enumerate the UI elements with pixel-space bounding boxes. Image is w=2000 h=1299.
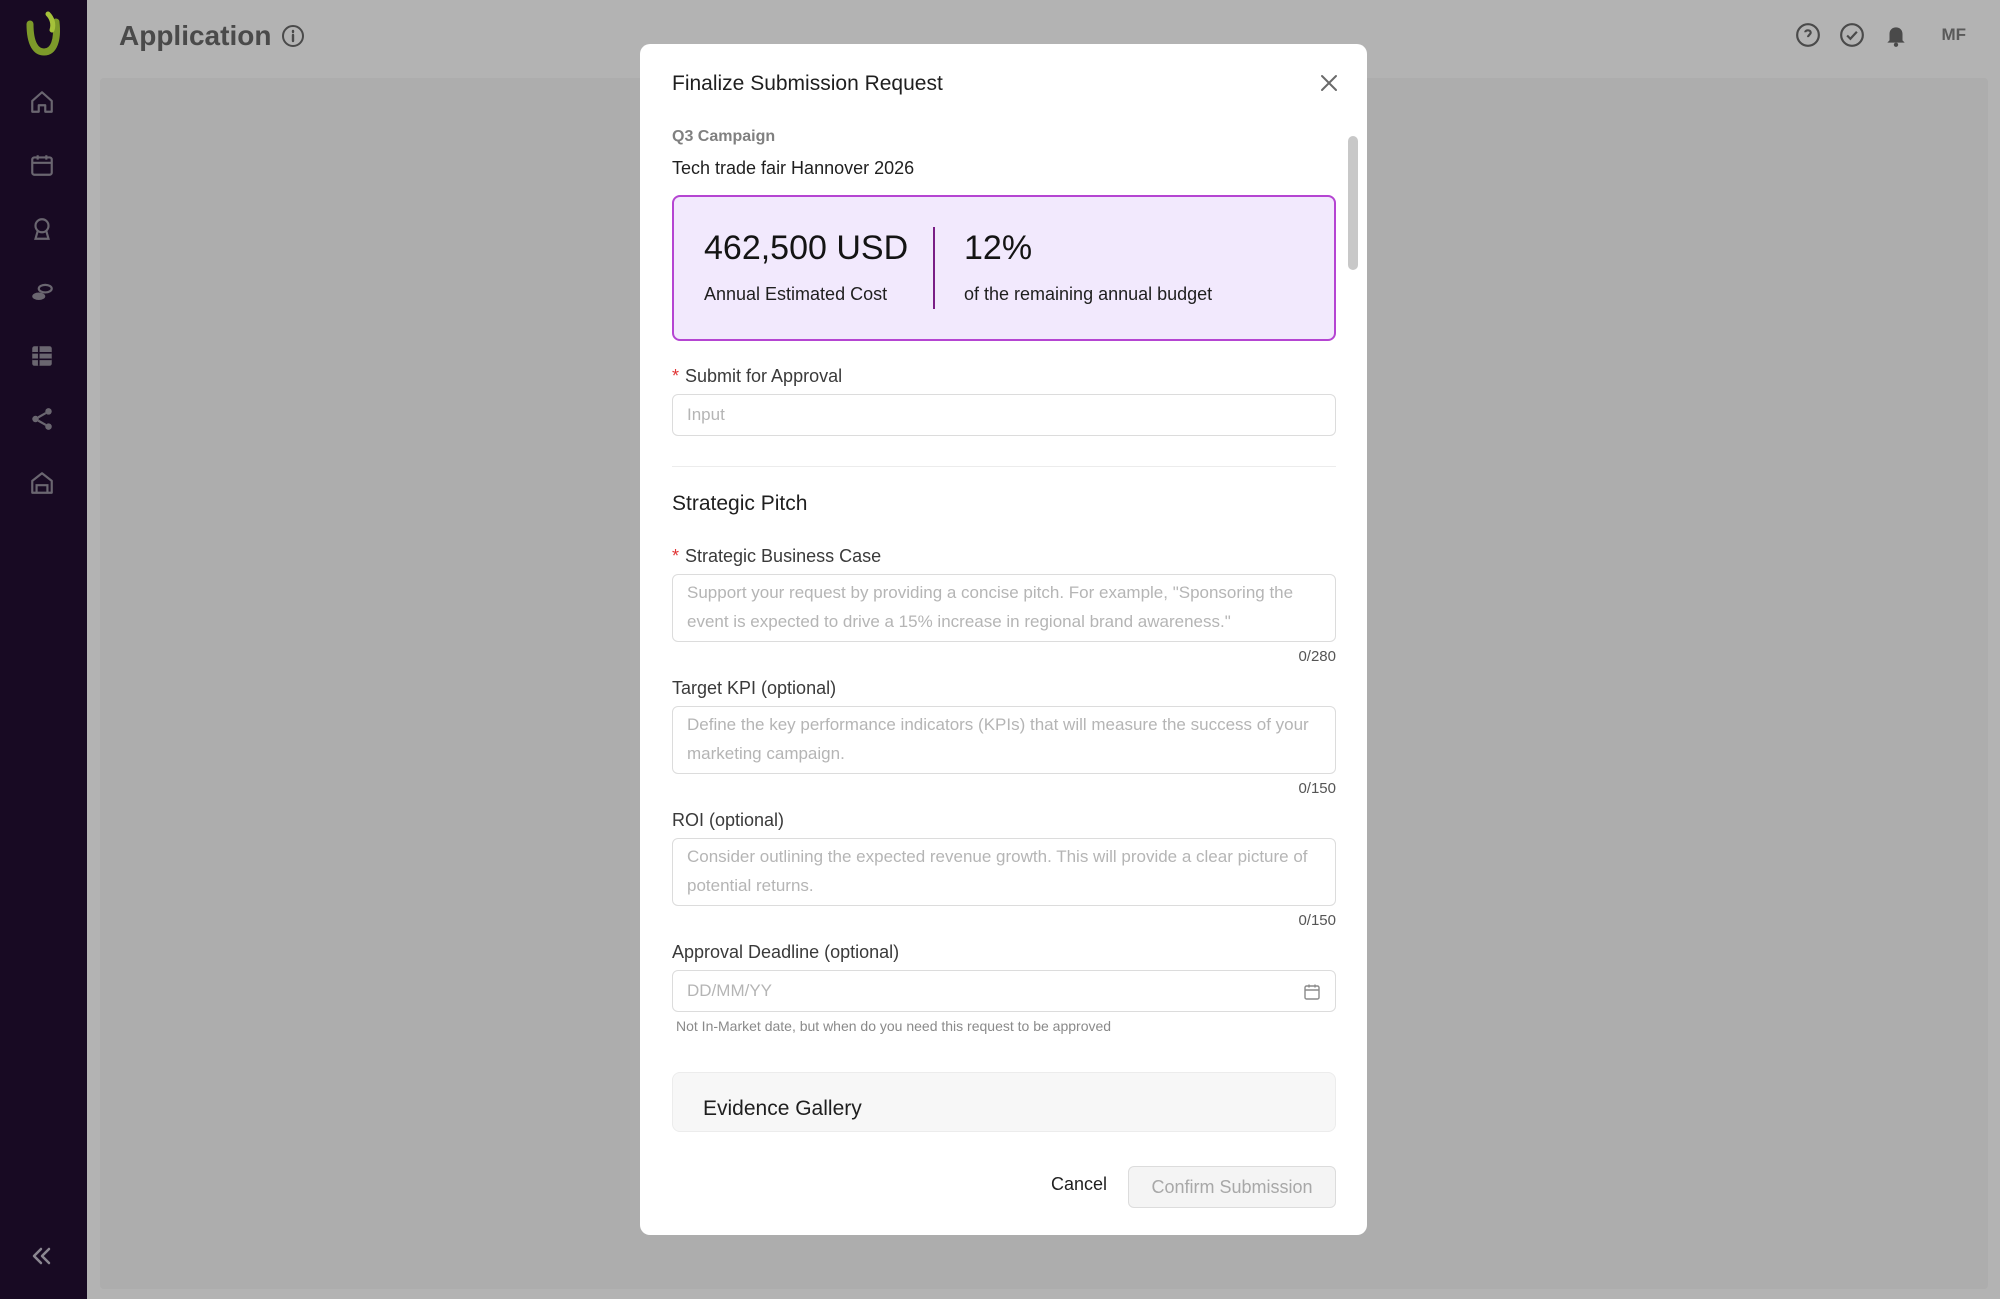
calendar-icon[interactable] [1303, 983, 1321, 1001]
award-icon[interactable] [28, 215, 56, 243]
estimated-cost-label: Annual Estimated Cost [704, 284, 888, 304]
roi-label: ROI (optional) [672, 810, 785, 830]
roi-textarea[interactable]: Consider outlining the expected revenue … [672, 838, 1336, 906]
help-icon[interactable] [1795, 22, 1821, 48]
info-icon[interactable] [281, 24, 305, 48]
evidence-gallery: Evidence Gallery [672, 1072, 1336, 1132]
modal-scrollbar[interactable] [1348, 136, 1358, 270]
calendar-icon[interactable] [28, 151, 56, 179]
cost-block: 462,500 USD Annual Estimated Cost [704, 229, 908, 305]
deadline-label: Approval Deadline (optional) [672, 942, 900, 962]
warehouse-icon[interactable] [28, 469, 56, 497]
card-divider [933, 227, 935, 309]
page-title-text: Application [119, 20, 272, 51]
submission-modal: Finalize Submission Request Q3 Campaign … [640, 44, 1367, 1235]
close-icon[interactable] [1316, 70, 1342, 96]
bell-icon[interactable] [1883, 22, 1909, 48]
home-icon[interactable] [28, 88, 56, 116]
campaign-kicker: Q3 Campaign [672, 128, 776, 145]
kpi-label: Target KPI (optional) [672, 678, 837, 698]
business-case-counter: 0/280 [1298, 648, 1336, 665]
campaign-name: Tech trade fair Hannover 2026 [672, 158, 915, 178]
table-icon[interactable] [28, 342, 56, 370]
sidebar [0, 0, 87, 1299]
approval-input[interactable]: Input [672, 394, 1336, 436]
header-actions: MF [1795, 22, 1966, 48]
coins-icon[interactable] [28, 279, 56, 307]
share-icon[interactable] [28, 405, 56, 433]
cancel-button[interactable]: Cancel [1041, 1168, 1117, 1201]
business-case-textarea[interactable]: Support your request by providing a conc… [672, 574, 1336, 642]
business-case-label: * Strategic Business Case [672, 546, 882, 566]
budget-block: 12% of the remaining annual budget [964, 229, 1212, 305]
page-title: Application [119, 20, 305, 52]
section-title: Strategic Pitch [672, 492, 808, 515]
deadline-placeholder: DD/MM/YY [687, 981, 772, 1000]
estimated-cost-value: 462,500 USD [704, 229, 909, 267]
kpi-textarea[interactable]: Define the key performance indicators (K… [672, 706, 1336, 774]
modal-title: Finalize Submission Request [672, 72, 943, 95]
collapse-sidebar-icon[interactable] [26, 1241, 56, 1271]
deadline-date-input[interactable]: DD/MM/YY [672, 970, 1336, 1012]
approval-label: * Submit for Approval [672, 366, 843, 386]
deadline-hint: Not In-Market date, but when do you need… [676, 1018, 1112, 1034]
kpi-counter: 0/150 [1298, 780, 1336, 797]
roi-counter: 0/150 [1298, 912, 1336, 929]
avatar[interactable]: MF [1941, 25, 1966, 45]
check-circle-icon[interactable] [1839, 22, 1865, 48]
cost-summary-card: 462,500 USD Annual Estimated Cost 12% of… [672, 195, 1336, 341]
section-divider [672, 466, 1336, 467]
gallery-title: Evidence Gallery [703, 1097, 862, 1120]
budget-percent-label: of the remaining annual budget [964, 284, 1213, 304]
budget-percent-value: 12% [964, 229, 1033, 267]
confirm-submission-button[interactable]: Confirm Submission [1128, 1166, 1336, 1208]
logo-icon[interactable] [22, 10, 64, 56]
